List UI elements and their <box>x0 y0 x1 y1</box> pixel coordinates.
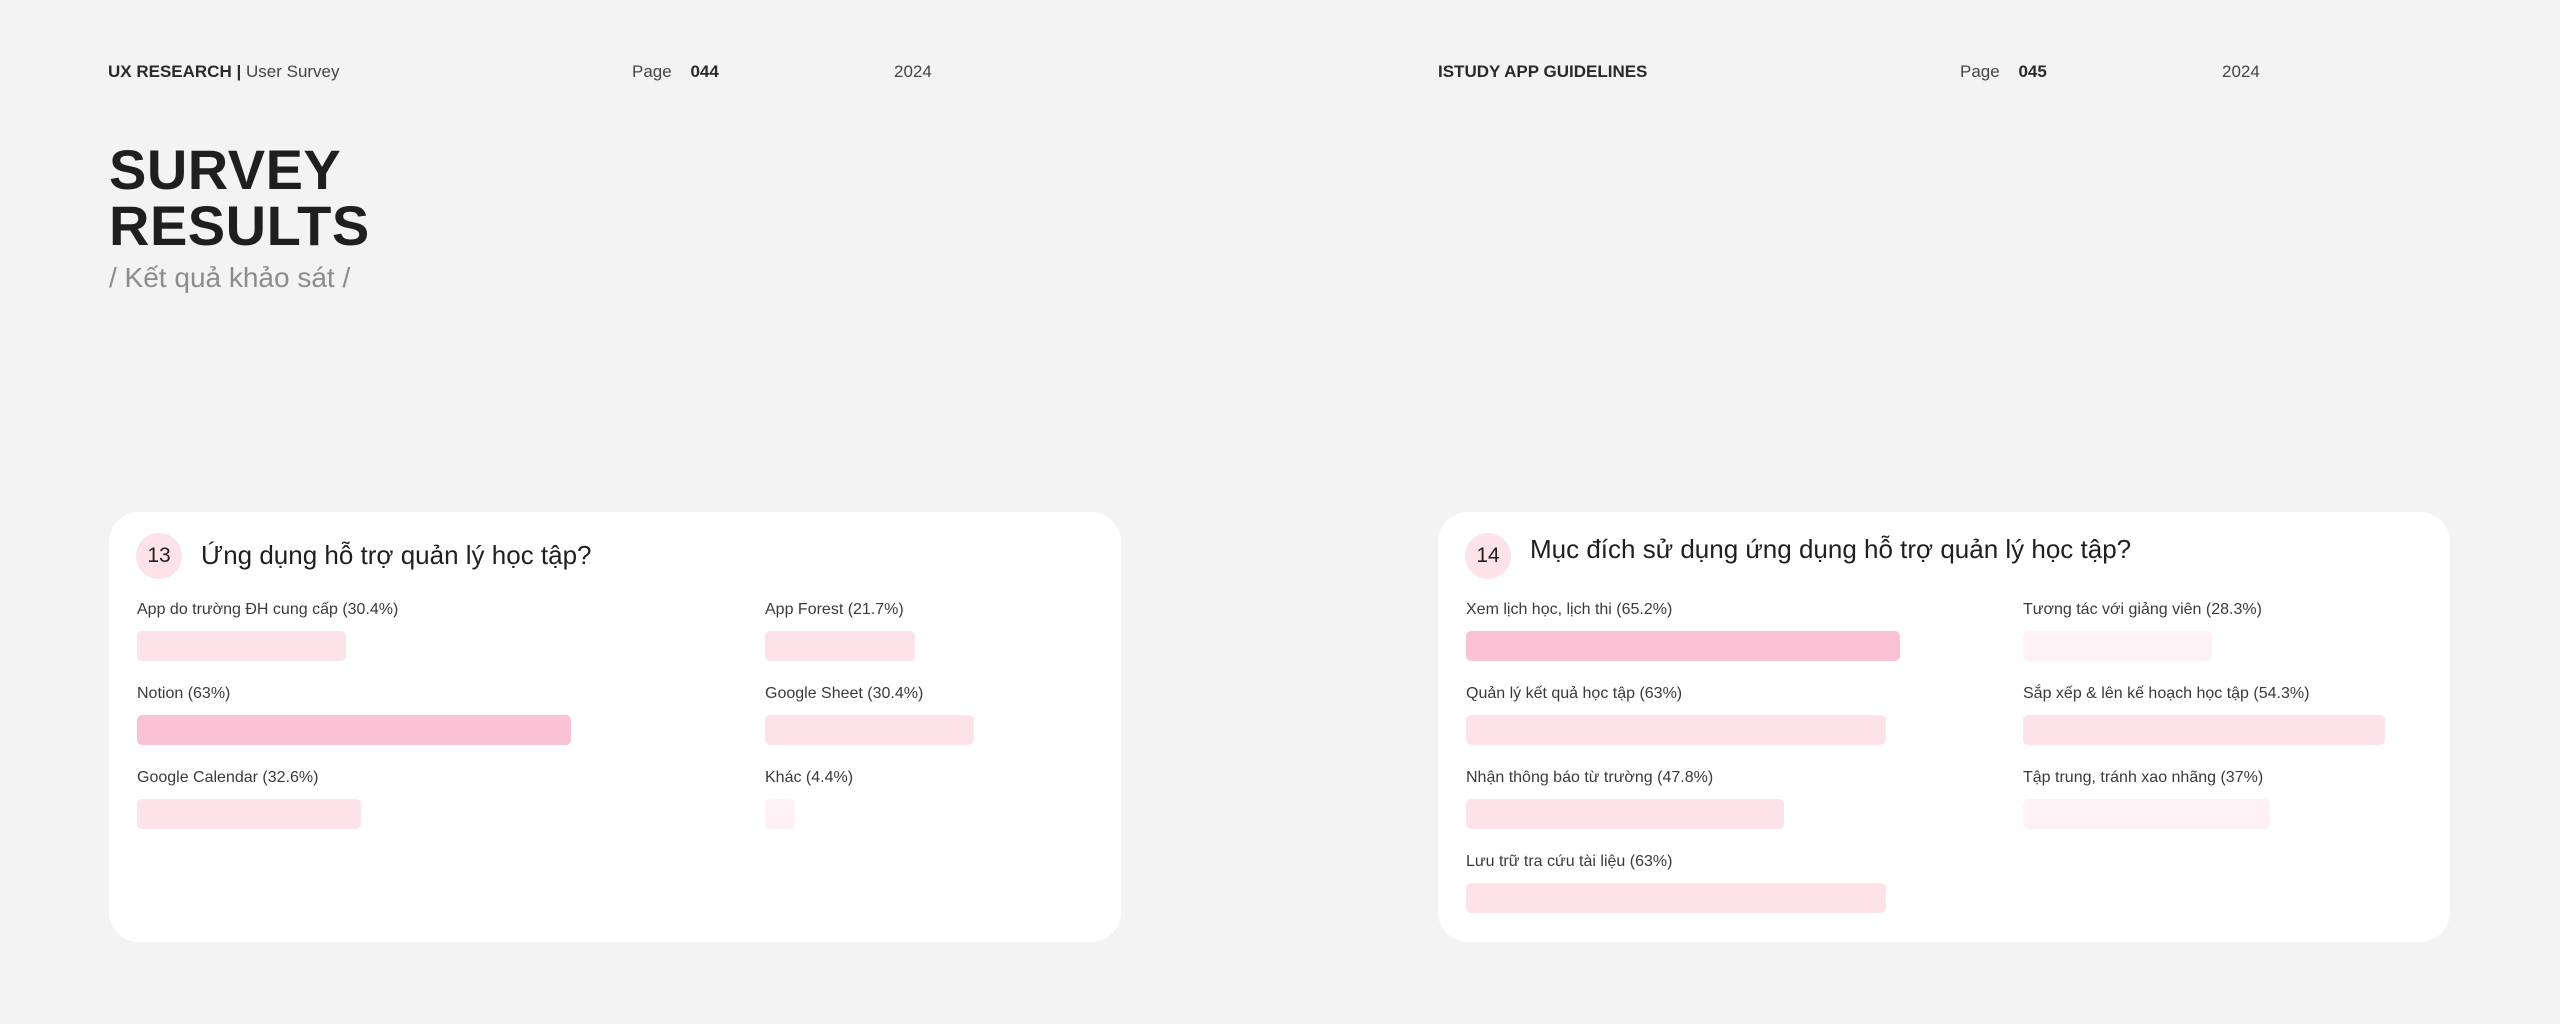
question-14-card: 14 Mục đích sử dụng ứng dụng hỗ trợ quản… <box>1438 512 2450 942</box>
survey-option: App do trường ĐH cung cấp (30.4%) <box>137 600 398 661</box>
option-label: Tập trung, tránh xao nhãng (37%) <box>2023 769 2264 786</box>
survey-option: Google Sheet (30.4%) <box>765 684 974 745</box>
survey-option: Nhận thông báo từ trường (47.8%) <box>1466 768 1784 829</box>
option-bar <box>1466 799 1784 829</box>
option-label: Google Calendar (32.6%) <box>137 769 319 786</box>
survey-option: Lưu trữ tra cứu tài liệu (63%) <box>1466 852 1886 913</box>
option-bar <box>1466 715 1886 745</box>
option-bar <box>137 799 361 829</box>
question-number-badge: 14 <box>1465 533 1511 579</box>
option-bar <box>137 715 571 745</box>
option-bar <box>765 715 974 745</box>
left-year: 2024 <box>894 62 932 81</box>
option-bar <box>1466 631 1900 661</box>
option-bar <box>765 799 795 829</box>
survey-option: Xem lịch học, lịch thi (65.2%) <box>1466 600 1900 661</box>
question-number-badge: 13 <box>136 533 182 579</box>
option-label: Tương tác với giảng viên (28.3%) <box>2023 601 2262 618</box>
option-bar <box>2023 799 2270 829</box>
option-bar <box>137 631 346 661</box>
option-bar <box>1466 883 1886 913</box>
page-label: Page <box>1960 62 2000 81</box>
survey-option: Notion (63%) <box>137 684 571 745</box>
option-bar <box>2023 715 2385 745</box>
option-label: Lưu trữ tra cứu tài liệu (63%) <box>1466 853 1673 870</box>
page-number: 044 <box>690 62 719 81</box>
option-label: Quản lý kết quả học tập (63%) <box>1466 685 1683 702</box>
survey-option: Quản lý kết quả học tập (63%) <box>1466 684 1886 745</box>
question-text: Ứng dụng hỗ trợ quản lý học tập? <box>201 540 592 570</box>
option-label: Google Sheet (30.4%) <box>765 685 924 702</box>
right-page-indicator: Page 045 <box>1960 62 2047 82</box>
right-year: 2024 <box>2222 62 2260 81</box>
page-title: SURVEY RESULTS <box>109 142 370 254</box>
option-bar <box>2023 631 2212 661</box>
title-line-1: SURVEY <box>109 138 342 201</box>
right-header-section: ISTUDY APP GUIDELINES <box>1438 62 1647 82</box>
option-label: Khác (4.4%) <box>765 769 854 786</box>
option-label: Notion (63%) <box>137 685 231 702</box>
page-number: 045 <box>2018 62 2047 81</box>
header-separator: | <box>236 62 242 81</box>
page-label: Page <box>632 62 672 81</box>
header-subsection: User Survey <box>245 62 340 81</box>
option-label: Nhận thông báo từ trường (47.8%) <box>1466 769 1714 786</box>
title-line-2: RESULTS <box>109 194 370 257</box>
page-subtitle: / Kết quả khảo sát / <box>109 262 351 293</box>
question-text: Mục đích sử dụng ứng dụng hỗ trợ quản lý… <box>1530 534 2132 564</box>
option-label: Xem lịch học, lịch thi (65.2%) <box>1466 601 1673 618</box>
option-label: App Forest (21.7%) <box>765 601 904 618</box>
option-label: Sắp xếp & lên kế hoạch học tập (54.3%) <box>2023 685 2310 702</box>
option-label: App do trường ĐH cung cấp (30.4%) <box>137 601 399 618</box>
left-header-section: UX RESEARCH | User Survey <box>108 62 340 82</box>
header-section-title: UX RESEARCH <box>108 62 232 81</box>
left-page-indicator: Page 044 <box>632 62 719 82</box>
survey-option: Khác (4.4%) <box>765 768 853 829</box>
survey-option: Tập trung, tránh xao nhãng (37%) <box>2023 768 2270 829</box>
survey-option: Sắp xếp & lên kế hoạch học tập (54.3%) <box>2023 684 2385 745</box>
option-bar <box>765 631 915 661</box>
survey-option: Google Calendar (32.6%) <box>137 768 361 829</box>
question-13-card: 13 Ứng dụng hỗ trợ quản lý học tập? App … <box>109 512 1121 942</box>
header-section-title: ISTUDY APP GUIDELINES <box>1438 62 1648 81</box>
survey-option: App Forest (21.7%) <box>765 600 915 661</box>
survey-option: Tương tác với giảng viên (28.3%) <box>2023 600 2262 661</box>
